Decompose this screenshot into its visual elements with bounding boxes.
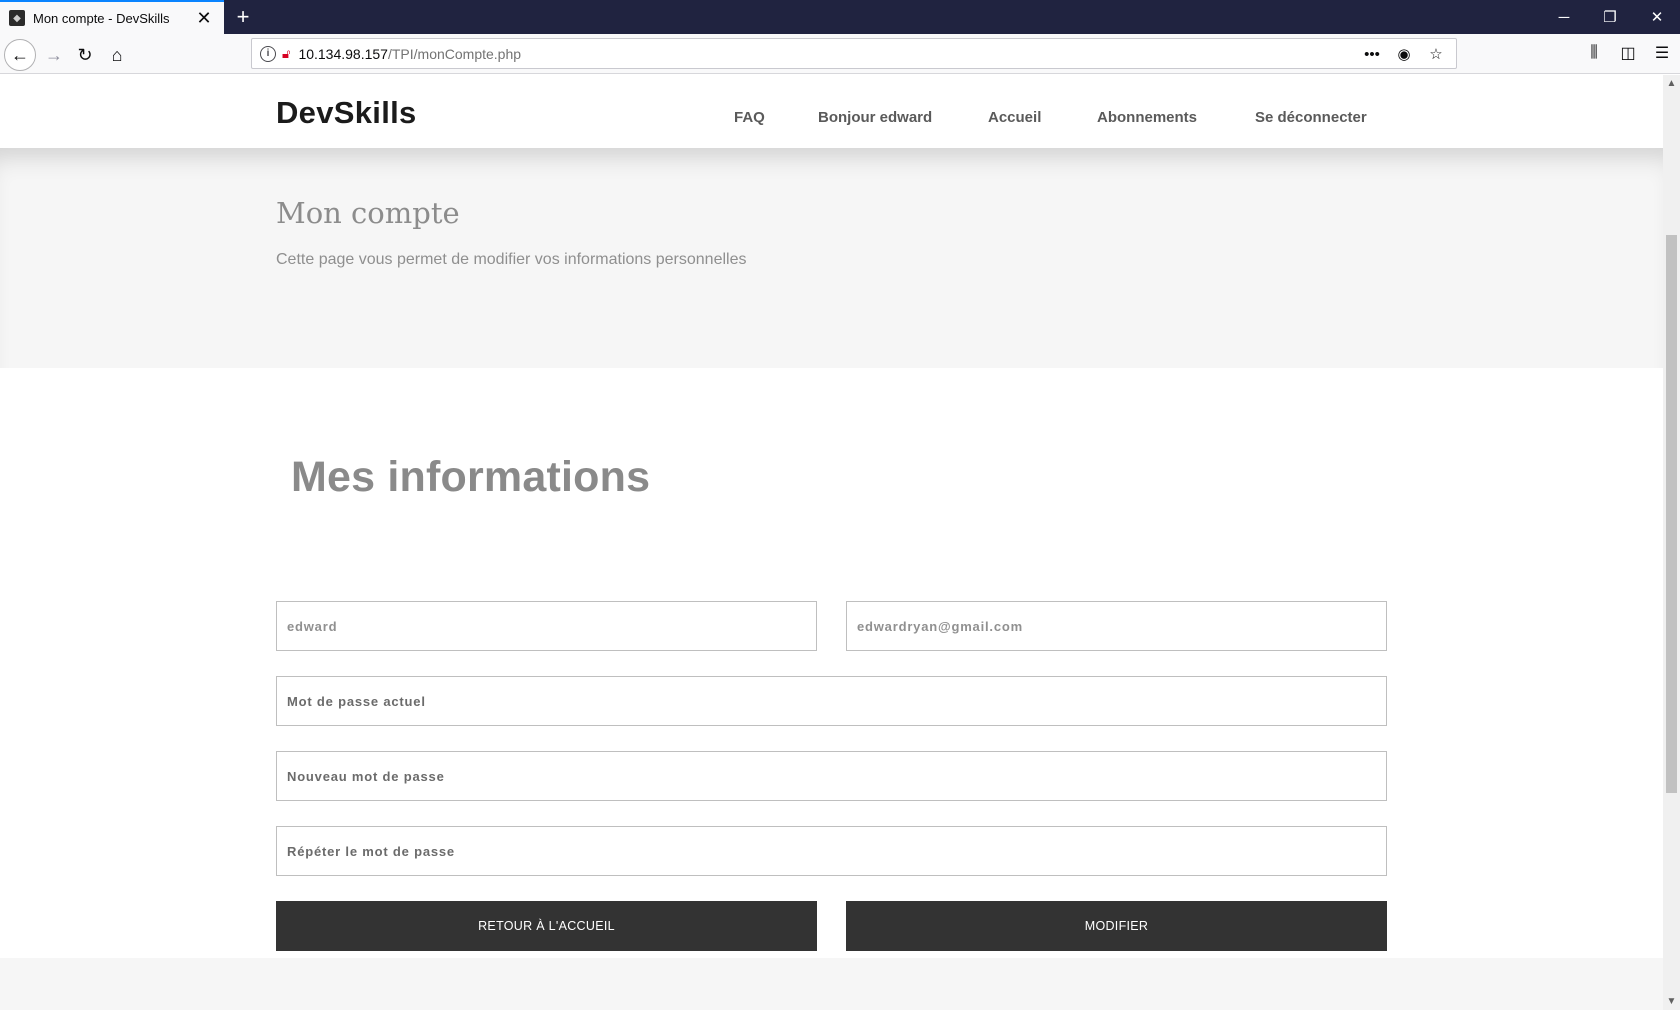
new-password-field[interactable]: Nouveau mot de passe (276, 751, 1387, 801)
close-tab-icon[interactable]: ✕ (192, 6, 216, 30)
repeat-password-placeholder: Répéter le mot de passe (287, 843, 455, 859)
browser-tab-bar: ◆ Mon compte - DevSkills ✕ + ─ ❐ ✕ (0, 0, 1680, 34)
page-subtitle: Cette page vous permet de modifier vos i… (276, 251, 747, 268)
page-banner: Mon compte Cette page vous permet de mod… (0, 148, 1663, 368)
site-favicon-icon: ◆ (9, 10, 25, 26)
form-title: Mes informations (291, 453, 651, 501)
url-host: 10.134.98.157 (298, 45, 388, 62)
page-title: Mon compte (276, 196, 460, 230)
forward-arrow-icon[interactable]: → (38, 39, 70, 71)
scroll-down-icon[interactable]: ▼ (1663, 993, 1680, 1010)
minimize-window-button[interactable]: ─ (1541, 0, 1587, 34)
site-info-icon[interactable]: i (260, 45, 276, 62)
hamburger-menu-icon[interactable]: ☰ (1648, 38, 1676, 68)
footer-section (0, 958, 1663, 1010)
new-tab-button[interactable]: + (229, 3, 257, 31)
address-bar[interactable]: i 🔓︎ 10.134.98.157/TPI/monCompte.php •••… (251, 38, 1457, 69)
scrollbar-thumb[interactable] (1666, 235, 1677, 793)
username-value: edward (287, 618, 338, 634)
page-viewport: DevSkills FAQ Bonjour edward Accueil Abo… (0, 75, 1663, 1010)
back-to-home-button[interactable]: RETOUR À L'ACCUEIL (276, 901, 817, 951)
scroll-up-icon[interactable]: ▲ (1663, 75, 1680, 92)
current-password-field[interactable]: Mot de passe actuel (276, 676, 1387, 726)
menu-item-home[interactable]: Accueil (988, 109, 1041, 126)
new-password-placeholder: Nouveau mot de passe (287, 768, 445, 784)
modify-button[interactable]: MODIFIER (846, 901, 1387, 951)
close-window-button[interactable]: ✕ (1634, 0, 1680, 34)
sidebar-icon[interactable]: ◫ (1614, 38, 1642, 68)
menu-item-faq[interactable]: FAQ (734, 109, 765, 126)
site-logo[interactable]: DevSkills (276, 95, 417, 131)
menu-item-subscriptions[interactable]: Abonnements (1097, 109, 1197, 126)
tab-title: Mon compte - DevSkills (33, 10, 170, 26)
browser-tab-active[interactable]: ◆ Mon compte - DevSkills ✕ (0, 0, 224, 34)
repeat-password-field[interactable]: Répéter le mot de passe (276, 826, 1387, 876)
menu-item-logout[interactable]: Se déconnecter (1255, 109, 1367, 126)
home-icon[interactable]: ⌂ (101, 39, 133, 71)
url-path: /TPI/monCompte.php (387, 45, 522, 62)
site-header: DevSkills FAQ Bonjour edward Accueil Abo… (0, 75, 1663, 148)
username-field[interactable]: edward (276, 601, 817, 651)
bookmark-star-icon[interactable]: ☆ (1426, 44, 1446, 64)
pocket-icon[interactable]: ◉ (1394, 44, 1414, 64)
url-text[interactable]: 10.134.98.157/TPI/monCompte.php (298, 46, 521, 62)
email-value: edwardryan@gmail.com (857, 618, 1023, 634)
insecure-connection-icon[interactable]: 🔓︎ (282, 46, 290, 62)
library-icon[interactable]: ⫼ (1580, 38, 1608, 68)
page-scrollbar[interactable]: ▲ ▼ (1663, 75, 1680, 1010)
page-actions-icon[interactable]: ••• (1362, 44, 1382, 64)
back-arrow-icon[interactable]: ← (4, 39, 36, 71)
email-field[interactable]: edwardryan@gmail.com (846, 601, 1387, 651)
restore-window-button[interactable]: ❐ (1587, 0, 1633, 34)
menu-item-user-greeting[interactable]: Bonjour edward (818, 109, 932, 126)
browser-toolbar: ← → ↻ ⌂ i 🔓︎ 10.134.98.157/TPI/monCompte… (0, 34, 1680, 74)
account-form-section: Mes informations edward edwardryan@gmail… (0, 368, 1663, 958)
current-password-placeholder: Mot de passe actuel (287, 693, 426, 709)
reload-icon[interactable]: ↻ (69, 39, 101, 71)
